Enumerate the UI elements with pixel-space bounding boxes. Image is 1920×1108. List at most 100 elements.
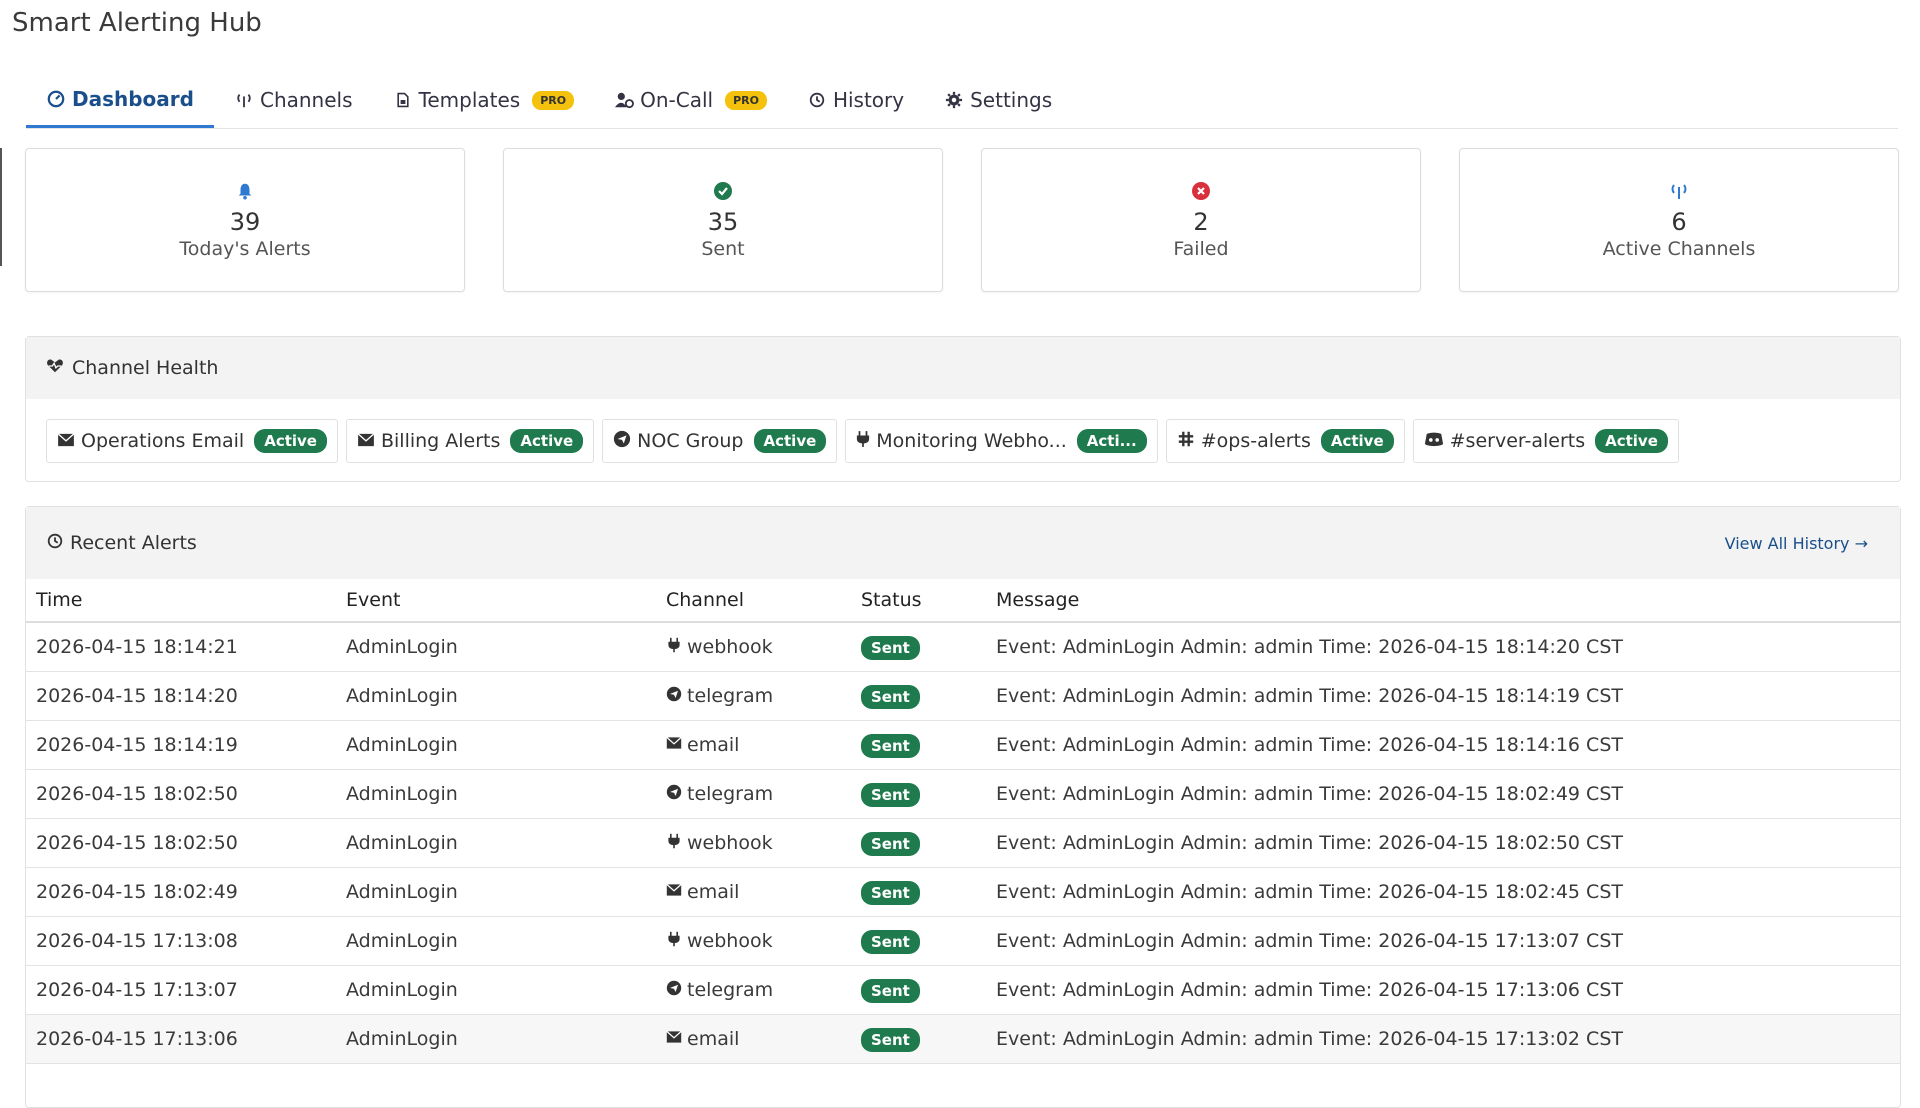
panel-title: Channel Health [72,357,218,379]
table-body: 2026-04-15 18:14:21AdminLoginwebhookSent… [26,622,1900,1064]
history-icon [807,90,827,110]
table-row[interactable]: 2026-04-15 18:02:50AdminLoginwebhookSent… [26,819,1900,868]
table-row[interactable]: 2026-04-15 18:02:50AdminLogintelegramSen… [26,770,1900,819]
cell-status: Sent [851,672,986,721]
x-circle-icon [1190,180,1212,202]
tab-on-call[interactable]: On-Call PRO [594,72,787,128]
cell-event: AdminLogin [336,868,656,917]
table-row[interactable]: 2026-04-15 17:13:08AdminLoginwebhookSent… [26,917,1900,966]
channel-type: telegram [687,783,773,805]
status-badge: Active [1321,429,1394,453]
cell-channel: webhook [656,622,851,672]
stat-card-active-channels: 6 Active Channels [1459,148,1899,292]
table-row[interactable]: 2026-04-15 17:13:06AdminLoginemailSentEv… [26,1015,1900,1064]
col-header-channel[interactable]: Channel [656,579,851,622]
cell-time: 2026-04-15 18:14:19 [26,721,336,770]
channel-tag: telegram [666,783,773,805]
tab-settings[interactable]: Settings [924,72,1072,128]
col-header-time[interactable]: Time [26,579,336,622]
channel-tag: telegram [666,685,773,707]
table-row[interactable]: 2026-04-15 17:13:07AdminLogintelegramSen… [26,966,1900,1015]
cell-message: Event: AdminLogin Admin: admin Time: 202… [986,721,1900,770]
cell-time: 2026-04-15 18:14:20 [26,672,336,721]
envelope-icon [666,881,682,903]
channel-name: Operations Email [81,430,244,452]
stat-value: 6 [1671,208,1686,236]
pro-badge: PRO [725,91,767,110]
cell-time: 2026-04-15 18:02:49 [26,868,336,917]
broadcast-icon [1668,180,1690,202]
stat-label: Active Channels [1603,238,1756,260]
app-root: Smart Alerting Hub Dashboard Channels Te… [0,0,1920,1080]
status-badge: Active [254,429,327,453]
tab-templates[interactable]: Templates PRO [373,72,595,128]
channel-type: email [687,734,739,756]
status-badge: Sent [861,685,920,709]
envelope-icon [57,430,75,452]
cell-channel: email [656,1015,851,1064]
file-icon [393,90,413,110]
col-header-event[interactable]: Event [336,579,656,622]
channel-chip[interactable]: #ops-alerts Active [1166,419,1405,463]
table-row[interactable]: 2026-04-15 18:14:21AdminLoginwebhookSent… [26,622,1900,672]
tab-label: Templates [419,88,521,112]
plug-icon [666,636,682,658]
cell-channel: webhook [656,917,851,966]
stat-card-failed: 2 Failed [981,148,1421,292]
view-all-history-link[interactable]: View All History → [1725,534,1868,553]
recent-alerts-panel: Recent Alerts View All History → Time Ev… [25,506,1901,1108]
cell-time: 2026-04-15 17:13:06 [26,1015,336,1064]
cell-channel: telegram [656,770,851,819]
tab-channels[interactable]: Channels [214,72,373,128]
channel-chip[interactable]: Billing Alerts Active [346,419,594,463]
pro-badge: PRO [532,91,574,110]
stat-value: 2 [1193,208,1208,236]
cell-message: Event: AdminLogin Admin: admin Time: 202… [986,672,1900,721]
stat-label: Failed [1173,238,1228,260]
stat-value: 39 [230,208,261,236]
cell-channel: webhook [656,819,851,868]
cell-message: Event: AdminLogin Admin: admin Time: 202… [986,819,1900,868]
status-badge: Acti... [1077,429,1147,453]
stat-label: Sent [701,238,744,260]
channel-chip[interactable]: NOC Group Active [602,419,837,463]
tab-dashboard[interactable]: Dashboard [26,72,214,128]
cell-event: AdminLogin [336,917,656,966]
stats-row: 39 Today's Alerts 35 Sent 2 Failed 6 Act… [25,148,1899,292]
main-tabs: Dashboard Channels Templates PRO On-Call… [26,72,1898,129]
history-icon [46,532,64,555]
telegram-icon [613,430,631,453]
table-row[interactable]: 2026-04-15 18:02:49AdminLoginemailSentEv… [26,868,1900,917]
channel-tag: webhook [666,832,773,854]
app-title: Smart Alerting Hub [12,8,262,38]
status-badge: Sent [861,930,920,954]
table-row[interactable]: 2026-04-15 18:14:20AdminLogintelegramSen… [26,672,1900,721]
channel-health-panel: Channel Health Operations Email Active B… [25,336,1901,482]
status-badge: Active [510,429,583,453]
col-header-message[interactable]: Message [986,579,1900,622]
user-clock-icon [614,90,634,110]
cell-status: Sent [851,770,986,819]
col-header-status[interactable]: Status [851,579,986,622]
envelope-icon [666,734,682,756]
channel-type: email [687,1028,739,1050]
telegram-icon [666,685,682,707]
cell-message: Event: AdminLogin Admin: admin Time: 202… [986,868,1900,917]
tab-history[interactable]: History [787,72,924,128]
channel-tag: webhook [666,930,773,952]
table-row[interactable]: 2026-04-15 18:14:19AdminLoginemailSentEv… [26,721,1900,770]
tab-label: On-Call [640,88,713,112]
channel-chip[interactable]: #server-alerts Active [1413,419,1679,463]
channel-name: #ops-alerts [1201,430,1311,452]
cell-event: AdminLogin [336,721,656,770]
tab-label: History [833,88,904,112]
stat-card-sent: 35 Sent [503,148,943,292]
cell-time: 2026-04-15 17:13:07 [26,966,336,1015]
cell-status: Sent [851,868,986,917]
channel-chip[interactable]: Operations Email Active [46,419,338,463]
status-badge: Sent [861,636,920,660]
cell-status: Sent [851,819,986,868]
recent-alerts-table: Time Event Channel Status Message 2026-0… [26,579,1900,1064]
channel-chip[interactable]: Monitoring Webho... Acti... [845,419,1157,463]
dashboard-icon [46,89,66,109]
